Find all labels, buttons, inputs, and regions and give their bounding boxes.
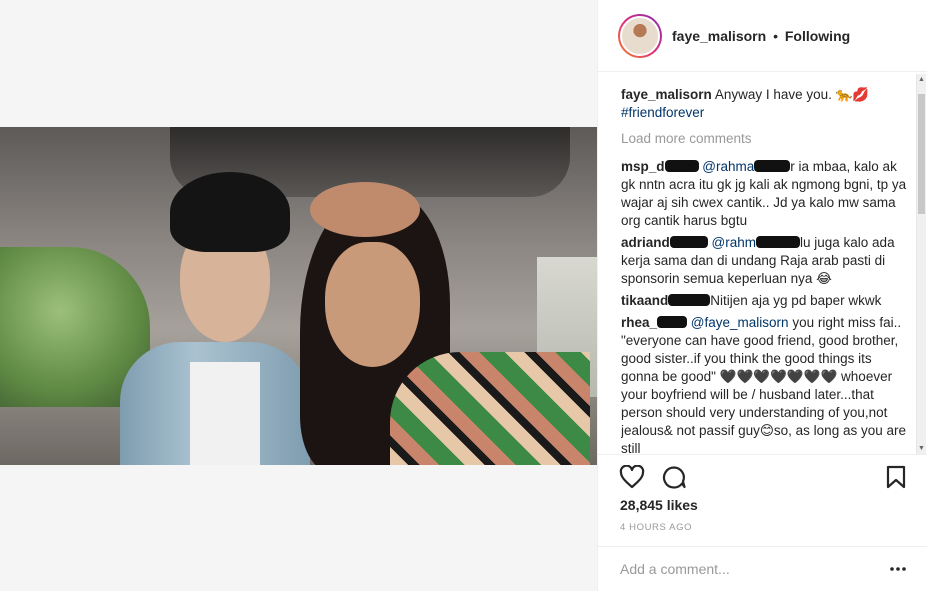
header-username-link[interactable]: faye_malisorn (672, 28, 766, 44)
comment-text: Nitijen aja yg pd baper wkwk (710, 293, 882, 308)
scroll-up-arrow-icon[interactable]: ▲ (918, 76, 925, 83)
comments-scrollbar[interactable]: ▲ ▼ (916, 74, 926, 454)
more-options-icon[interactable] (890, 567, 906, 571)
caption-hashtag-link[interactable]: #friendforever (621, 105, 704, 120)
post-side-panel: faye_malisorn • Following faye_malisorn … (597, 0, 927, 591)
post-media-area (0, 0, 597, 591)
redaction-mark (668, 294, 711, 306)
redaction-mark (754, 160, 791, 172)
following-button[interactable]: Following (785, 28, 850, 44)
comments-list[interactable]: faye_malisorn Anyway I have you. 🐆💋 #fri… (621, 86, 911, 454)
add-comment-input[interactable] (620, 561, 870, 577)
comment-item: msp_d @rahma r ia mbaa, kalo ak gk nntn a… (621, 158, 911, 230)
redaction-mark (756, 236, 800, 248)
comment-item: adriand @rahm lu juga kalo ada kerja sama… (621, 234, 911, 288)
caption-text: Anyway I have you. 🐆💋 (714, 87, 870, 102)
bookmark-icon[interactable] (885, 465, 907, 489)
header-separator: • (773, 27, 778, 44)
comment-username-link[interactable]: msp_d (621, 159, 665, 174)
scrollbar-thumb[interactable] (918, 94, 925, 214)
post-actions-bar (598, 454, 927, 494)
comment-icon[interactable] (661, 465, 687, 489)
comment-mention-link[interactable]: @rahma (702, 159, 754, 174)
load-more-comments-button[interactable]: Load more comments (621, 130, 911, 148)
caption-username-link[interactable]: faye_malisorn (621, 87, 712, 102)
redaction-mark (664, 160, 699, 172)
comment-mention-link[interactable]: @rahm (712, 235, 756, 250)
caption: faye_malisorn Anyway I have you. 🐆💋 #fri… (621, 86, 911, 122)
post-photo[interactable] (0, 127, 597, 465)
photo-person-right (270, 182, 590, 465)
post-header: faye_malisorn • Following (598, 0, 927, 72)
comment-mention-link[interactable]: @faye_malisorn (691, 315, 789, 330)
heart-icon[interactable] (619, 465, 645, 489)
comment-item: rhea_ @faye_malisorn you right miss fai.… (621, 314, 911, 454)
redaction-mark (669, 236, 708, 248)
avatar[interactable] (618, 13, 662, 58)
redaction-mark (657, 316, 688, 328)
comment-item: tikaand Nitijen aja yg pd baper wkwk (621, 292, 911, 310)
add-comment-row (598, 546, 927, 591)
comment-username-link[interactable]: rhea_ (621, 315, 657, 330)
scroll-down-arrow-icon[interactable]: ▼ (918, 445, 925, 452)
comment-text: you right miss fai.. "everyone can have … (621, 315, 906, 454)
post-timestamp[interactable]: 4 HOURS AGO (620, 522, 692, 533)
comment-username-link[interactable]: tikaand (621, 293, 668, 308)
likes-count[interactable]: 28,845 likes (620, 497, 698, 513)
comment-username-link[interactable]: adriand (621, 235, 670, 250)
